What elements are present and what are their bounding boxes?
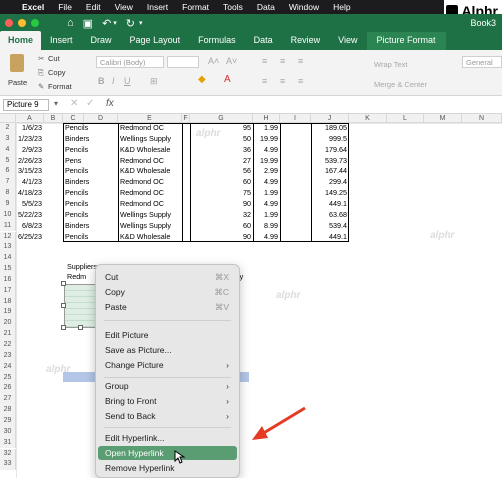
mouse-cursor-icon — [174, 450, 186, 464]
annotation-arrow — [252, 406, 306, 440]
